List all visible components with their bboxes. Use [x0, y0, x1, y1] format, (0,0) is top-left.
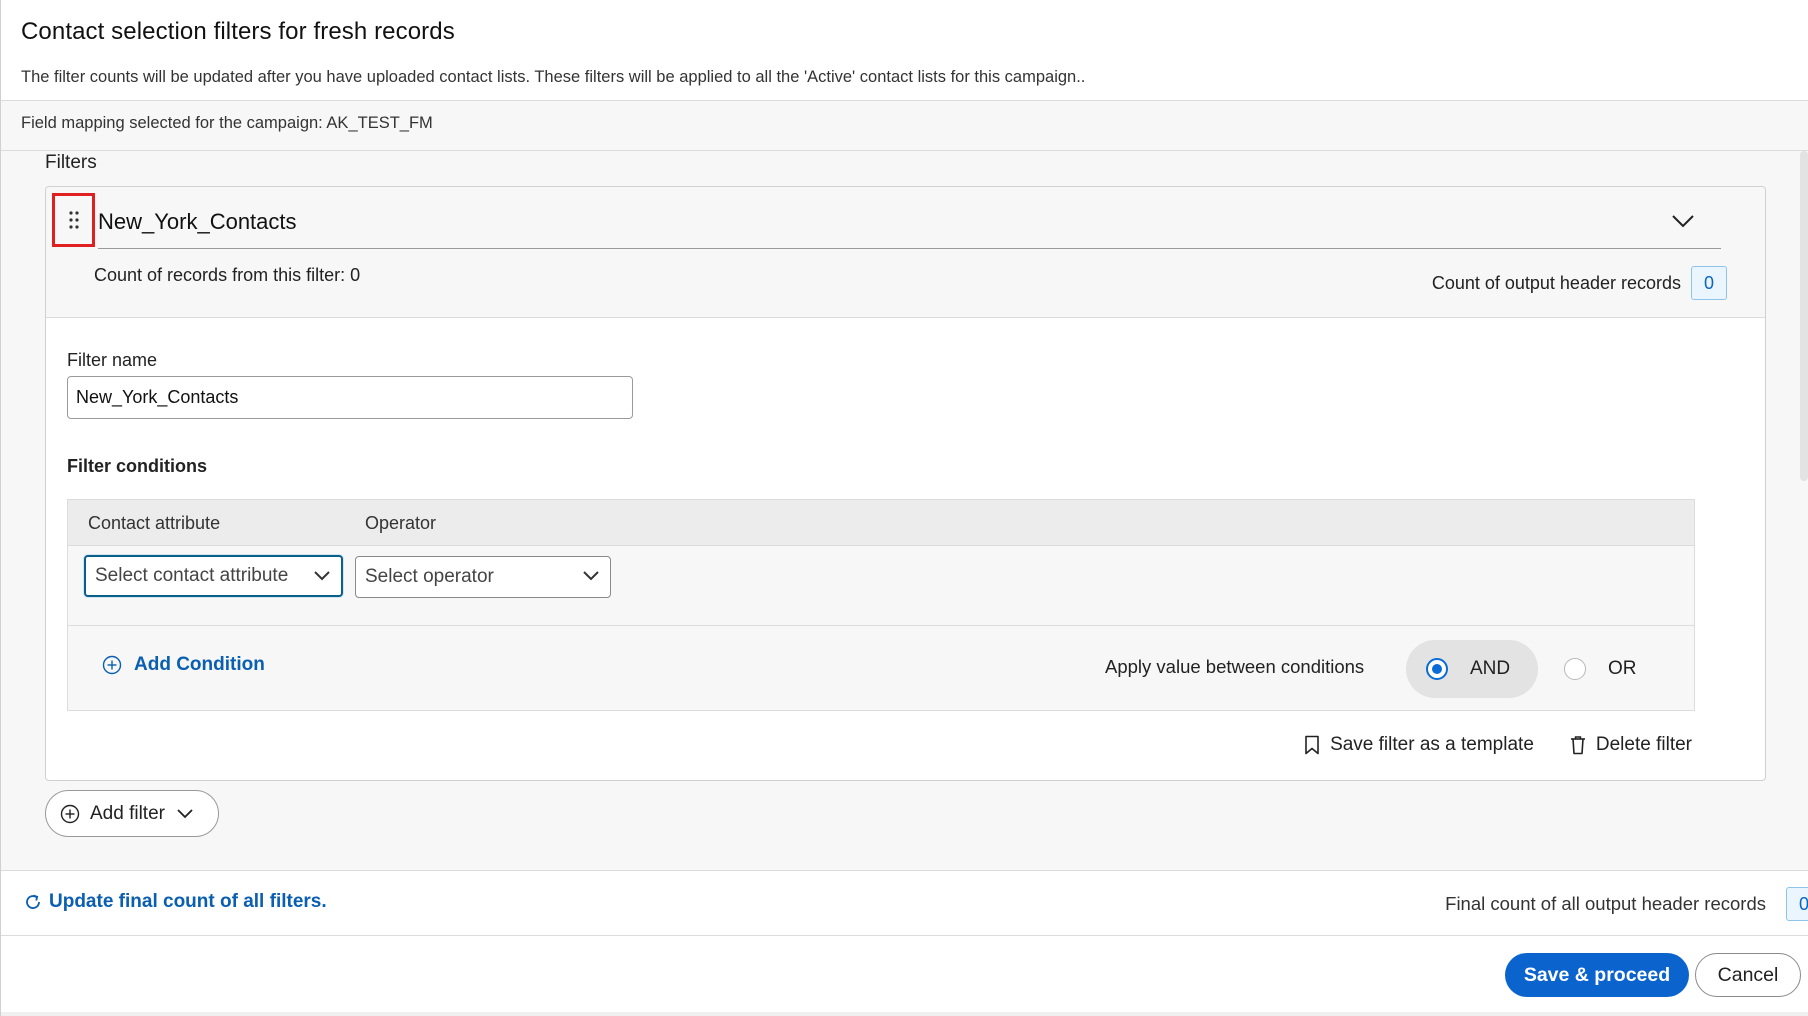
- output-header-count-badge: 0: [1691, 266, 1727, 300]
- delete-filter-button[interactable]: Delete filter: [1570, 734, 1692, 756]
- chevron-down-icon: [177, 808, 193, 818]
- output-header-count-label: Count of output header records: [1431, 272, 1681, 293]
- field-mapping-bar: Field mapping selected for the campaign:…: [1, 101, 1808, 151]
- dialog-footer: Save & proceed Cancel: [1, 936, 1808, 1016]
- drag-handle[interactable]: [52, 193, 95, 247]
- dialog-title: Contact selection filters for fresh reco…: [21, 18, 455, 45]
- filters-label: Filters: [45, 152, 97, 173]
- operator-select-text: Select operator: [365, 566, 494, 587]
- save-template-button[interactable]: Save filter as a template: [1304, 734, 1534, 756]
- filter-name-label: Filter name: [67, 350, 158, 370]
- bookmark-icon: [1305, 735, 1319, 755]
- update-final-count-link[interactable]: Update final count of all filters.: [23, 891, 327, 913]
- operator-select[interactable]: Select operator: [355, 556, 611, 598]
- or-radio[interactable]: [1564, 658, 1586, 680]
- header-underline: [98, 248, 1721, 249]
- chevron-down-icon: [583, 571, 599, 581]
- chevron-down-icon[interactable]: [1669, 211, 1697, 231]
- contact-attribute-select-text: Select contact attribute: [95, 565, 289, 586]
- delete-filter-label: Delete filter: [1595, 734, 1692, 755]
- column-contact-attribute: Contact attribute: [88, 513, 221, 533]
- filter-title: New_York_Contacts: [98, 209, 297, 234]
- final-count-badge: 0: [1786, 887, 1808, 921]
- plus-circle-icon: [60, 804, 80, 823]
- cancel-button[interactable]: Cancel: [1695, 953, 1801, 997]
- refresh-icon: [26, 894, 40, 909]
- apply-value-label: Apply value between conditions: [1105, 656, 1365, 677]
- filter-actions: Save filter as a template Delete filter: [1304, 734, 1692, 756]
- final-count: Final count of all output header records…: [1445, 887, 1808, 921]
- plus-circle-icon: [102, 655, 122, 675]
- filter-card: New_York_Contacts Count of records from …: [45, 186, 1766, 781]
- add-condition-label: Add Condition: [134, 654, 265, 675]
- final-count-label: Final count of all output header records: [1445, 893, 1766, 914]
- add-condition-button[interactable]: Add Condition: [102, 654, 265, 676]
- filter-record-count: Count of records from this filter: 0: [94, 265, 361, 285]
- contact-attribute-select[interactable]: Select contact attribute: [84, 555, 343, 597]
- filters-dialog: Contact selection filters for fresh reco…: [0, 0, 1808, 1016]
- field-mapping-text: Field mapping selected for the campaign:…: [21, 114, 433, 132]
- or-radio-option[interactable]: OR: [1544, 640, 1674, 698]
- trash-icon: [1570, 736, 1585, 755]
- final-count-bar: Update final count of all filters. Final…: [1, 870, 1808, 936]
- filter-name-input[interactable]: [67, 376, 633, 419]
- add-filter-label: Add filter: [90, 802, 165, 824]
- add-filter-button[interactable]: Add filter: [45, 790, 219, 837]
- filter-conditions-title: Filter conditions: [67, 456, 208, 476]
- column-operator: Operator: [365, 513, 437, 533]
- and-radio[interactable]: [1426, 658, 1448, 680]
- filter-card-header[interactable]: New_York_Contacts Count of records from …: [46, 187, 1765, 318]
- dialog-header: Contact selection filters for fresh reco…: [21, 18, 1788, 87]
- scrollbar[interactable]: [1800, 151, 1808, 481]
- chevron-down-icon: [314, 571, 330, 581]
- conditions-divider: [68, 625, 1694, 626]
- and-radio-option[interactable]: AND: [1406, 640, 1538, 698]
- save-template-label: Save filter as a template: [1330, 734, 1534, 755]
- dialog-description: The filter counts will be updated after …: [21, 68, 1086, 86]
- output-header-count: Count of output header records 0: [1432, 266, 1727, 300]
- bottom-edge: [1, 1012, 1808, 1016]
- filter-conditions-box: Contact attribute Operator Select contac…: [67, 499, 1695, 711]
- conditions-header: Contact attribute Operator: [68, 500, 1694, 546]
- and-label: AND: [1470, 658, 1511, 679]
- or-label: OR: [1608, 658, 1637, 679]
- drag-dots-icon: [68, 211, 79, 229]
- save-proceed-button[interactable]: Save & proceed: [1505, 953, 1689, 997]
- update-final-count-label: Update final count of all filters.: [49, 891, 327, 912]
